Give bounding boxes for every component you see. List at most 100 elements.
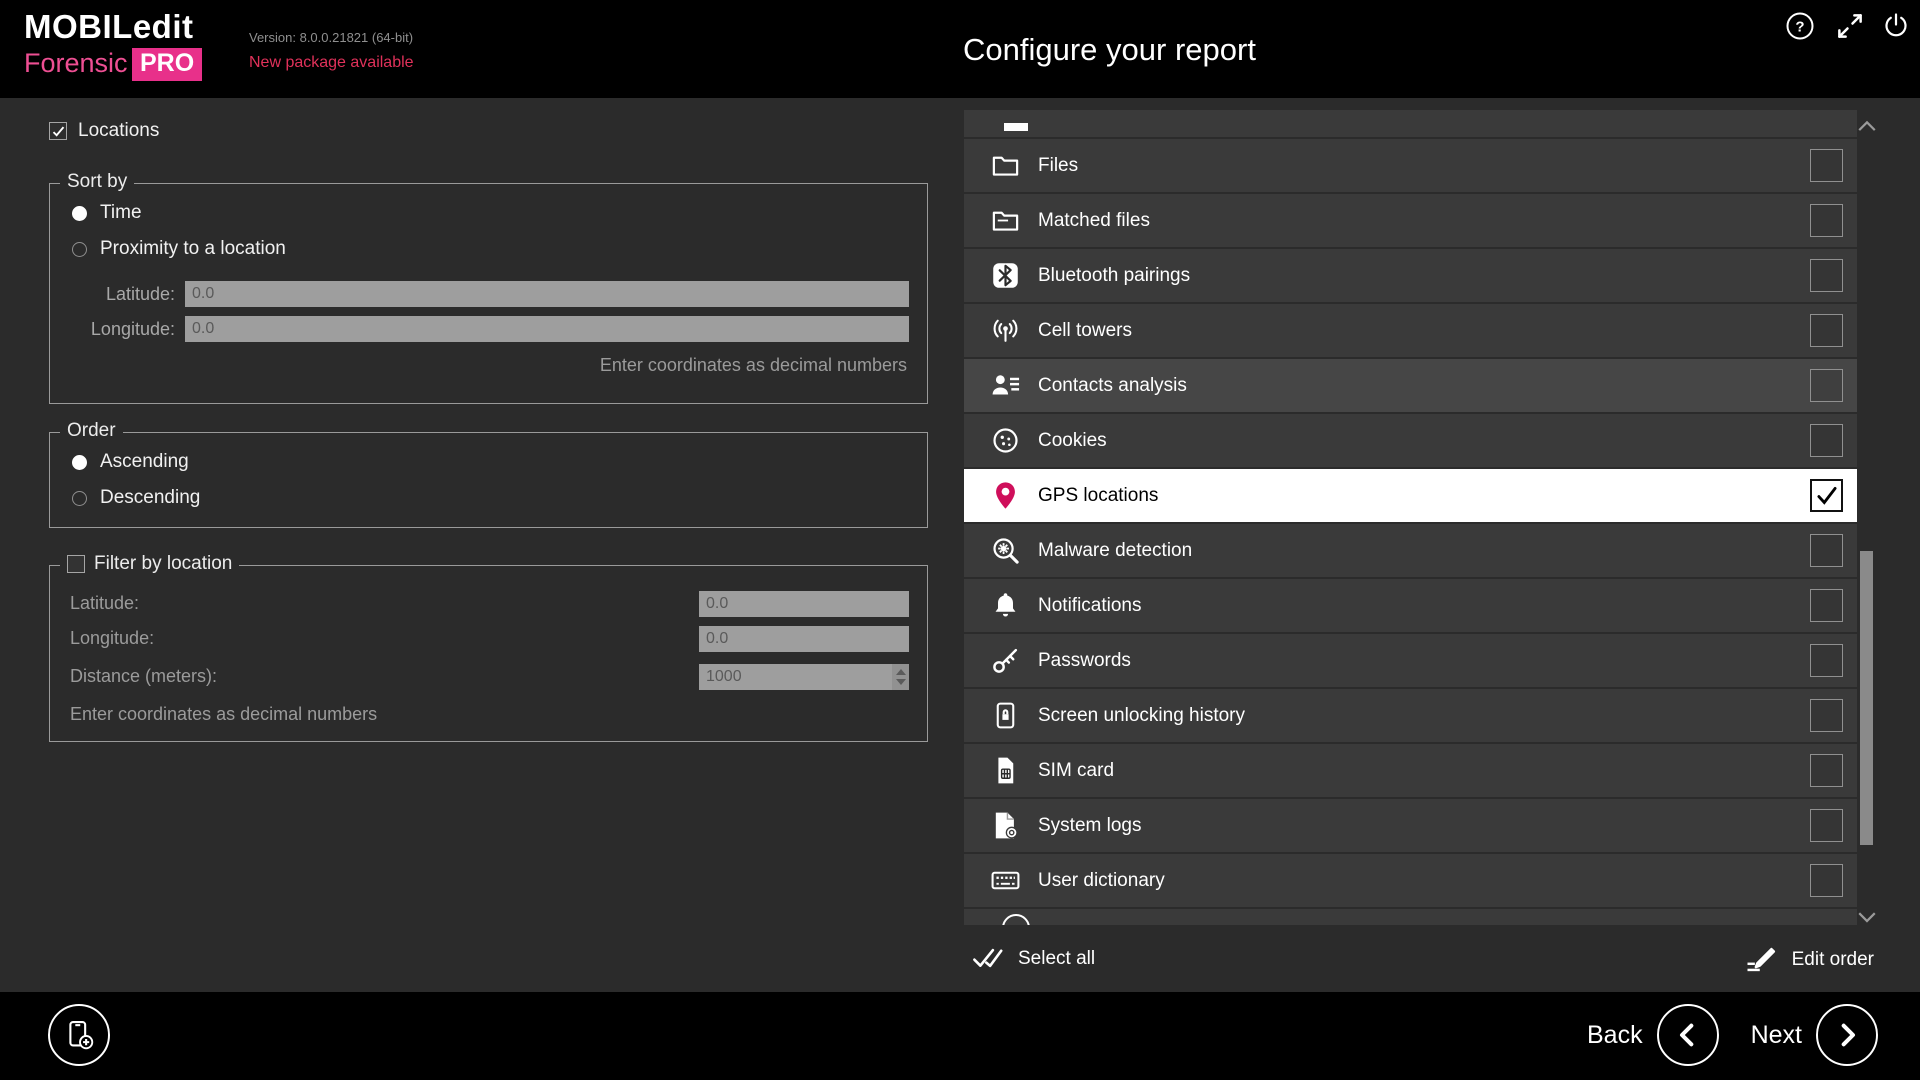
partial-row-top (964, 110, 1857, 137)
list-item[interactable]: Screen unlocking history (964, 689, 1857, 742)
map-pin-icon (988, 479, 1022, 513)
malware-icon (988, 534, 1022, 568)
list-item-label: Files (1038, 155, 1078, 177)
item-checkbox[interactable] (1810, 699, 1843, 732)
sort-latitude-label: Latitude: (70, 284, 175, 305)
sort-time-radio[interactable] (72, 206, 87, 221)
list-item-label: System logs (1038, 815, 1141, 837)
filter-coordinates-hint: Enter coordinates as decimal numbers (70, 704, 377, 725)
distance-spinner[interactable] (892, 664, 909, 690)
next-button[interactable] (1816, 1004, 1878, 1066)
list-item[interactable]: System logs (964, 799, 1857, 852)
item-checkbox[interactable] (1810, 754, 1843, 787)
edit-order-button[interactable]: Edit order (1745, 946, 1874, 973)
folder-icon (988, 149, 1022, 183)
report-sections-list: Files Matched files Bluetooth pairings C… (964, 110, 1857, 925)
spinner-up-icon[interactable] (896, 669, 906, 675)
filter-by-location-checkbox[interactable] (67, 555, 85, 573)
list-item[interactable]: Notifications (964, 579, 1857, 632)
select-all-button[interactable]: Select all (972, 946, 1095, 971)
list-item-label: Bluetooth pairings (1038, 265, 1190, 287)
power-icon[interactable] (1878, 8, 1914, 44)
item-checkbox[interactable] (1810, 149, 1843, 182)
sim-card-icon (988, 754, 1022, 788)
item-checkbox[interactable] (1810, 644, 1843, 677)
logo-pro-badge: PRO (132, 48, 202, 81)
sort-proximity-label: Proximity to a location (100, 238, 286, 260)
sort-latitude-input[interactable] (185, 281, 909, 307)
filter-groupbox: Filter by location Latitude: Longitude: … (49, 565, 928, 742)
list-item-label: User dictionary (1038, 870, 1165, 892)
contacts-icon (988, 369, 1022, 403)
locations-label: Locations (78, 120, 159, 142)
order-groupbox: Order Ascending Descending (49, 432, 928, 528)
help-icon[interactable]: ? (1782, 8, 1818, 44)
item-checkbox-checked[interactable] (1810, 479, 1843, 512)
list-item[interactable]: Matched files (964, 194, 1857, 247)
cell-tower-icon (988, 314, 1022, 348)
matched-folder-icon (988, 204, 1022, 238)
keyboard-icon (988, 864, 1022, 898)
list-item-label: Matched files (1038, 210, 1150, 232)
system-logs-icon (988, 809, 1022, 843)
item-checkbox[interactable] (1810, 809, 1843, 842)
sort-by-groupbox: Sort by Time Proximity to a location Lat… (49, 183, 928, 404)
list-item[interactable]: User dictionary (964, 854, 1857, 907)
update-notice-link[interactable]: New package available (249, 54, 414, 72)
filter-latitude-label: Latitude: (70, 593, 139, 614)
back-button[interactable] (1657, 1004, 1719, 1066)
order-ascending-label: Ascending (100, 451, 189, 473)
scroll-down-icon[interactable] (1857, 908, 1877, 928)
item-checkbox[interactable] (1810, 589, 1843, 622)
list-item-label: GPS locations (1038, 485, 1158, 507)
list-item[interactable]: Contacts analysis (964, 359, 1857, 412)
clipped-icon (1004, 123, 1028, 131)
list-item-label: Notifications (1038, 595, 1142, 617)
list-item[interactable]: Bluetooth pairings (964, 249, 1857, 302)
sort-longitude-input[interactable] (185, 316, 909, 342)
cookie-icon (988, 424, 1022, 458)
list-item[interactable]: SIM card (964, 744, 1857, 797)
order-ascending-radio[interactable] (72, 455, 87, 470)
item-checkbox[interactable] (1810, 534, 1843, 567)
item-checkbox[interactable] (1810, 204, 1843, 237)
item-checkbox[interactable] (1810, 424, 1843, 457)
filter-distance-input[interactable] (699, 664, 909, 690)
filter-latitude-input[interactable] (699, 591, 909, 617)
list-item[interactable]: Cookies (964, 414, 1857, 467)
list-item[interactable]: Files (964, 139, 1857, 192)
key-icon (988, 644, 1022, 678)
order-legend: Order (60, 420, 123, 442)
list-item-label: Contacts analysis (1038, 375, 1187, 397)
order-descending-radio[interactable] (72, 491, 87, 506)
list-item-selected[interactable]: GPS locations (964, 469, 1857, 522)
bell-icon (988, 589, 1022, 623)
bluetooth-icon (988, 259, 1022, 293)
sort-longitude-label: Longitude: (70, 319, 175, 340)
sort-by-legend: Sort by (60, 171, 134, 193)
fit-window-icon[interactable] (1832, 8, 1868, 44)
nav-buttons: Back Next (1587, 1004, 1878, 1066)
list-item[interactable]: Passwords (964, 634, 1857, 687)
back-label: Back (1587, 1021, 1643, 1050)
item-checkbox[interactable] (1810, 259, 1843, 292)
add-phone-button[interactable] (48, 1004, 110, 1066)
version-text: Version: 8.0.0.21821 (64-bit) (249, 30, 413, 45)
filter-distance-label: Distance (meters): (70, 666, 217, 687)
item-checkbox[interactable] (1810, 864, 1843, 897)
list-item[interactable]: Malware detection (964, 524, 1857, 577)
item-checkbox[interactable] (1810, 369, 1843, 402)
list-item[interactable]: Cell towers (964, 304, 1857, 357)
filter-longitude-label: Longitude: (70, 628, 154, 649)
sort-proximity-radio[interactable] (72, 242, 87, 257)
edit-order-icon (1745, 946, 1777, 973)
scrollbar-thumb[interactable] (1860, 551, 1873, 845)
select-all-label: Select all (1018, 948, 1095, 970)
partial-row-bottom (964, 909, 1857, 925)
locations-checkbox[interactable] (49, 122, 67, 140)
spinner-down-icon[interactable] (896, 679, 906, 685)
list-item-label: Passwords (1038, 650, 1131, 672)
filter-longitude-input[interactable] (699, 626, 909, 652)
item-checkbox[interactable] (1810, 314, 1843, 347)
scroll-up-icon[interactable] (1857, 116, 1877, 136)
